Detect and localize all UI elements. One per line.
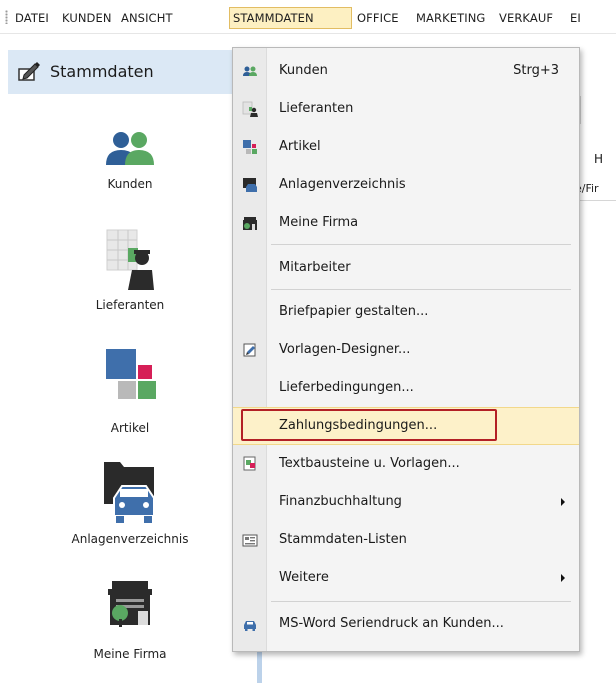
menu-item-textbausteine[interactable]: Textbausteine u. Vorlagen... bbox=[233, 445, 579, 483]
sidebar-item-kunden[interactable]: Kunden bbox=[60, 129, 200, 191]
menu-stammdaten[interactable]: STAMMDATEN bbox=[229, 7, 352, 29]
menu-item-label: Stammdaten-Listen bbox=[279, 532, 407, 547]
menu-datei[interactable]: DATEI bbox=[12, 7, 52, 29]
asset-icon bbox=[243, 178, 257, 192]
menu-item-mitarbeiter[interactable]: Mitarbeiter bbox=[233, 249, 579, 287]
menu-item-label: Finanzbuchhaltung bbox=[279, 494, 402, 509]
menu-item-zahlungsbedingungen[interactable]: Zahlungsbedingungen... bbox=[233, 407, 579, 445]
menu-item-label: Vorlagen-Designer... bbox=[279, 342, 411, 357]
column-header-fragment: H bbox=[594, 152, 604, 166]
list-icon bbox=[242, 534, 258, 547]
article-icon bbox=[243, 140, 257, 154]
menu-item-label: Meine Firma bbox=[279, 215, 359, 230]
main-menubar: DATEI KUNDEN ANSICHT STAMMDATEN OFFICE M… bbox=[0, 0, 616, 34]
company-icon bbox=[108, 581, 152, 627]
menu-item-weitere[interactable]: Weitere bbox=[233, 559, 579, 597]
menu-item-label: Textbausteine u. Vorlagen... bbox=[279, 456, 460, 471]
stammdaten-dropdown: Kunden Strg+3 Lieferanten Artikel Anlage… bbox=[232, 47, 580, 652]
menu-item-briefpapier[interactable]: Briefpapier gestalten... bbox=[233, 293, 579, 331]
menu-marketing[interactable]: MARKETING bbox=[413, 7, 488, 29]
submenu-arrow-icon bbox=[561, 574, 565, 582]
menu-more[interactable]: EI bbox=[567, 7, 584, 29]
menu-item-anlagenverzeichnis[interactable]: Anlagenverzeichnis bbox=[233, 166, 579, 204]
sidebar-item-artikel[interactable]: Artikel bbox=[60, 345, 200, 435]
menu-separator bbox=[271, 601, 571, 602]
company-icon bbox=[243, 217, 257, 230]
menu-item-kunden[interactable]: Kunden Strg+3 bbox=[233, 52, 579, 90]
menu-item-artikel[interactable]: Artikel bbox=[233, 128, 579, 166]
menu-item-label: Kunden bbox=[279, 63, 328, 78]
sidebar-title: Stammdaten bbox=[50, 62, 154, 81]
menu-separator bbox=[271, 289, 571, 290]
panel-border bbox=[257, 650, 262, 683]
menu-item-meine-firma[interactable]: Meine Firma bbox=[233, 204, 579, 242]
menu-item-label: Briefpapier gestalten... bbox=[279, 304, 429, 319]
menu-item-label: Weitere bbox=[279, 570, 329, 585]
menu-item-label: MS-Word Seriendruck an Kunden... bbox=[279, 616, 504, 631]
designer-icon bbox=[243, 343, 256, 357]
sidebar-item-label: Artikel bbox=[110, 421, 150, 435]
menu-item-label: Mitarbeiter bbox=[279, 260, 351, 275]
menu-item-label: Zahlungsbedingungen... bbox=[279, 418, 438, 433]
menu-ansicht[interactable]: ANSICHT bbox=[118, 7, 176, 29]
menu-kunden[interactable]: KUNDEN bbox=[59, 7, 115, 29]
menu-item-label: Lieferbedingungen... bbox=[279, 380, 414, 395]
sidebar-item-lieferanten[interactable]: Lieferanten bbox=[60, 226, 200, 312]
menu-item-vorlagen-designer[interactable]: Vorlagen-Designer... bbox=[233, 331, 579, 369]
submenu-arrow-icon bbox=[561, 498, 565, 506]
sidebar-item-label: Kunden bbox=[107, 177, 153, 191]
asset-icon bbox=[104, 462, 155, 523]
menu-item-lieferanten[interactable]: Lieferanten bbox=[233, 90, 579, 128]
supplier-icon bbox=[242, 101, 258, 117]
sidebar-item-meine-firma[interactable]: Meine Firma bbox=[60, 575, 200, 661]
car-icon bbox=[244, 621, 256, 631]
sidebar-item-label: Meine Firma bbox=[93, 647, 167, 661]
sidebar-item-anlagenverzeichnis[interactable]: Anlagenverzeichnis bbox=[60, 458, 200, 546]
menu-item-finanzbuchhaltung[interactable]: Finanzbuchhaltung bbox=[233, 483, 579, 521]
menubar-grip[interactable] bbox=[5, 10, 8, 24]
shortcut-label: Strg+3 bbox=[513, 63, 559, 78]
supplier-icon bbox=[106, 229, 154, 290]
sidebar-header: Stammdaten bbox=[8, 50, 233, 94]
menu-item-stammdaten-listen[interactable]: Stammdaten-Listen bbox=[233, 521, 579, 559]
people-icon bbox=[106, 132, 154, 165]
menu-item-label: Lieferanten bbox=[279, 101, 354, 116]
menu-verkauf[interactable]: VERKAUF bbox=[496, 7, 556, 29]
people-icon bbox=[243, 66, 257, 76]
sidebar-item-label: Lieferanten bbox=[95, 298, 165, 312]
sidebar-item-label: Anlagenverzeichnis bbox=[71, 532, 189, 546]
edit-icon bbox=[18, 62, 40, 81]
menu-item-label: Artikel bbox=[279, 139, 321, 154]
menu-separator bbox=[271, 244, 571, 245]
menu-office[interactable]: OFFICE bbox=[354, 7, 402, 29]
article-icon bbox=[106, 349, 156, 399]
menu-item-lieferbedingungen[interactable]: Lieferbedingungen... bbox=[233, 369, 579, 407]
menu-item-ms-word-seriendruck[interactable]: MS-Word Seriendruck an Kunden... bbox=[233, 605, 579, 643]
menu-item-label: Anlagenverzeichnis bbox=[279, 177, 406, 192]
text-modules-icon bbox=[243, 456, 256, 471]
